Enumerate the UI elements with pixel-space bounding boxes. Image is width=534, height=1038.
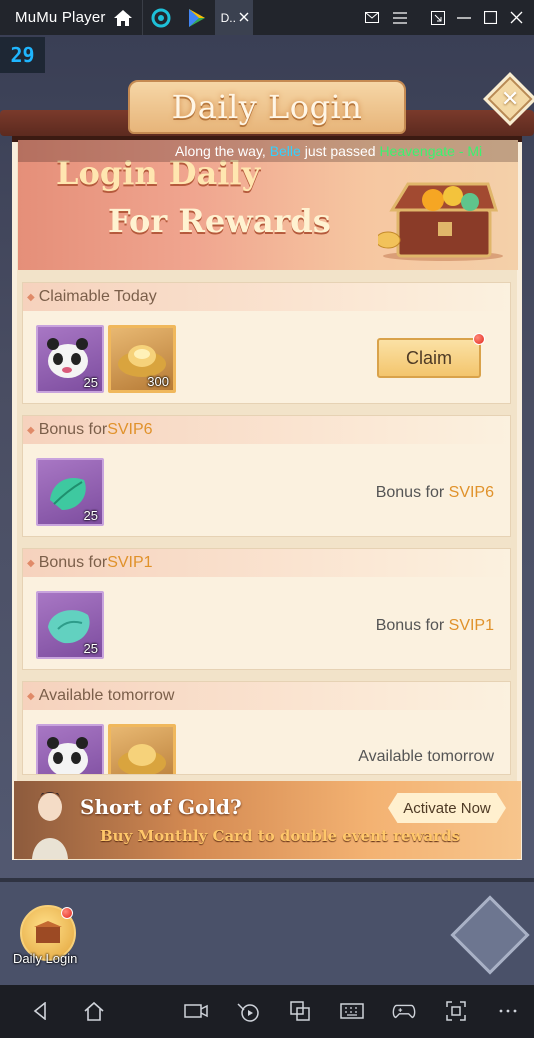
gamepad-macro-icon[interactable] — [236, 999, 260, 1023]
promo-subtitle: Buy Monthly Card to double event rewards — [100, 827, 461, 845]
section-header: ◆ Available tomorrow — [23, 682, 510, 710]
menu-icon[interactable] — [388, 0, 412, 35]
reward-item-panda[interactable] — [36, 724, 104, 774]
section-claimable-today: ◆ Claimable Today 25 300 Claim — [22, 282, 511, 404]
bullet-icon: ◆ — [27, 291, 35, 303]
section-bonus-svip6: ◆ Bonus for SVIP6 25 Bonus for SVIP6 — [22, 415, 511, 537]
monthly-card-promo[interactable]: Short of Gold? Buy Monthly Card to doubl… — [14, 781, 521, 859]
ticker-text: just passed — [300, 143, 380, 159]
announcement-ticker: Along the way, Belle just passed Heaveng… — [18, 140, 518, 162]
minimize-icon[interactable] — [452, 0, 476, 35]
item-quantity: 25 — [83, 375, 98, 390]
status-text: Available tomorrow — [358, 748, 494, 765]
section-title: Claimable Today — [38, 288, 157, 305]
ticker-location: Heavengate - Mi — [379, 143, 483, 159]
ticker-player-name: Belle — [269, 143, 301, 159]
reward-item-jade-leaf[interactable]: 25 — [36, 458, 104, 526]
banner-title-line2: For Rewards — [108, 202, 331, 240]
item-quantity: 25 — [83, 508, 98, 523]
status-label: Bonus for — [375, 617, 449, 634]
tab-active-game[interactable]: D.. — [214, 0, 253, 35]
float-window-icon[interactable] — [426, 0, 450, 35]
character-portrait-icon — [32, 792, 68, 859]
keyboard-icon[interactable] — [340, 999, 364, 1023]
multi-window-icon[interactable] — [288, 999, 312, 1023]
gamepad-icon[interactable] — [392, 999, 416, 1023]
close-icon: ✕ — [500, 86, 520, 111]
reward-item-panda[interactable]: 25 — [36, 325, 104, 393]
home-nav-icon[interactable] — [82, 999, 106, 1023]
ticker-text: Along the way, — [175, 143, 270, 159]
screenshot-icon[interactable] — [444, 999, 468, 1023]
bullet-icon: ◆ — [27, 424, 35, 436]
status-text: Bonus for SVIP6 — [376, 484, 494, 502]
notification-dot — [473, 333, 485, 345]
dialog-title-plate: Daily Login — [128, 80, 406, 134]
mail-icon[interactable] — [360, 0, 384, 35]
maximize-icon[interactable] — [478, 0, 502, 35]
item-quantity: 25 — [83, 641, 98, 656]
claim-button[interactable]: Claim — [377, 338, 481, 378]
promo-title: Short of Gold? — [80, 795, 242, 819]
tab-play-store[interactable] — [179, 0, 215, 35]
section-title: Available tomorrow — [38, 687, 175, 704]
bullet-icon: ◆ — [27, 690, 35, 702]
app-title: MuMu Player — [15, 9, 106, 26]
activate-now-button[interactable]: Activate Now — [388, 793, 506, 823]
login-reward-banner: Login Daily For Rewards Along the way, B… — [18, 140, 518, 270]
reward-item-gold-ingot[interactable]: 300 — [108, 325, 176, 393]
home-icon[interactable] — [112, 7, 134, 29]
video-record-icon[interactable] — [184, 999, 208, 1023]
tab-close-icon[interactable] — [239, 11, 249, 25]
section-header: ◆ Claimable Today — [23, 283, 510, 311]
fps-counter: 29 — [0, 37, 45, 73]
svip-level: SVIP6 — [107, 421, 153, 438]
gold-ingot-icon — [118, 744, 166, 774]
section-header: ◆ Bonus for SVIP6 — [23, 416, 510, 444]
item-quantity: 300 — [147, 374, 169, 389]
svip-level: SVIP1 — [448, 617, 494, 634]
close-window-icon[interactable] — [504, 0, 528, 35]
section-title: Bonus for — [38, 554, 108, 571]
section-header: ◆ Bonus for SVIP1 — [23, 549, 510, 577]
treasure-chest-icon — [378, 182, 503, 261]
emulator-nav-bar — [0, 985, 534, 1038]
panda-icon — [47, 737, 88, 774]
notification-dot — [61, 907, 73, 919]
emulator-title-bar: MuMu Player D.. — [0, 0, 534, 35]
svip-level: SVIP1 — [107, 554, 153, 571]
section-title: Bonus for — [38, 421, 108, 438]
status-label: Bonus for — [375, 484, 449, 501]
daily-login-label: Daily Login — [13, 951, 78, 966]
back-icon[interactable] — [28, 999, 52, 1023]
tab-game-launcher[interactable] — [143, 0, 179, 35]
reward-item-jade-stone[interactable]: 25 — [36, 591, 104, 659]
bullet-icon: ◆ — [27, 557, 35, 569]
section-available-tomorrow: ◆ Available tomorrow Available tomorrow — [22, 681, 511, 775]
status-text: Bonus for SVIP1 — [376, 617, 494, 635]
section-bonus-svip1: ◆ Bonus for SVIP1 25 Bonus for SVIP1 — [22, 548, 511, 670]
svip-level: SVIP6 — [448, 484, 494, 501]
dialog-title: Daily Login — [171, 88, 363, 126]
more-icon[interactable] — [496, 999, 520, 1023]
tab-label: D.. — [220, 10, 236, 25]
reward-item-gold-ingot[interactable] — [108, 724, 176, 774]
